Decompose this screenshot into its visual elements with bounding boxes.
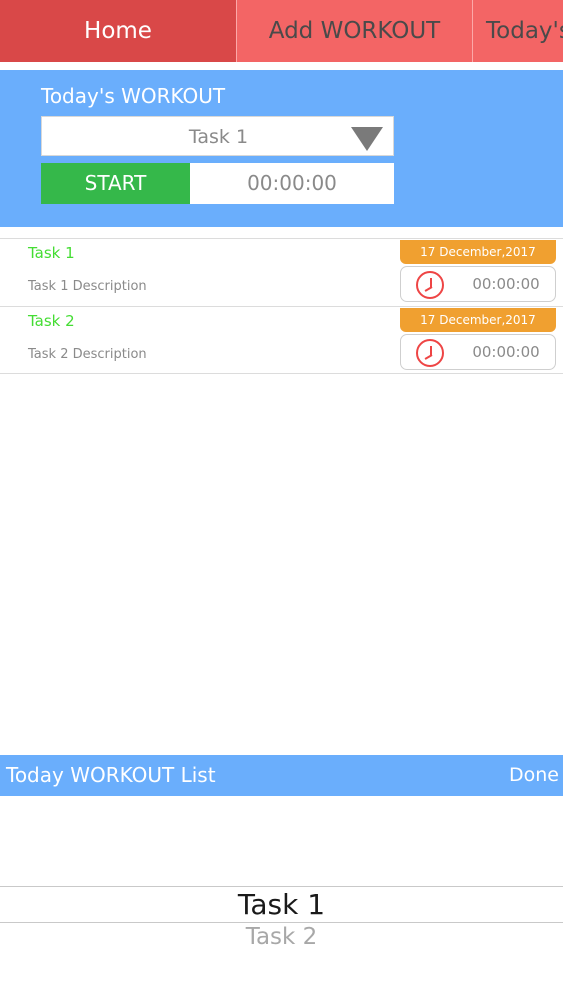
workout-timer: 00:00:00: [190, 163, 394, 204]
picker-toolbar: Today WORKOUT List Done: [0, 755, 563, 796]
task-timer-value: 00:00:00: [472, 343, 540, 361]
task-name: Task 1: [28, 244, 75, 262]
task-timer-value: 00:00:00: [472, 275, 540, 293]
done-button[interactable]: Done: [509, 755, 559, 796]
task-description: Task 2 Description: [28, 347, 147, 362]
picker-title: Today WORKOUT List: [6, 763, 216, 787]
task-row[interactable]: Task 1 Task 1 Description 17 December,20…: [0, 238, 563, 306]
app-screen: Home Add WORKOUT Today's Today's WORKOUT…: [0, 0, 563, 1000]
task-list: Task 1 Task 1 Description 17 December,20…: [0, 238, 563, 374]
task-name: Task 2: [28, 312, 75, 330]
task-select-dropdown[interactable]: Task 1: [41, 116, 394, 156]
panel-title: Today's WORKOUT: [41, 84, 226, 108]
task-picker-wheel[interactable]: Task 1 Task 2: [0, 796, 563, 1000]
picker-selection-line: [0, 886, 563, 887]
tab-add-workout[interactable]: Add WORKOUT: [237, 0, 472, 62]
task-date-badge: 17 December,2017: [400, 308, 556, 332]
triangle-down-icon: [351, 127, 383, 151]
clock-icon: [416, 339, 444, 367]
task-row[interactable]: Task 2 Task 2 Description 17 December,20…: [0, 306, 563, 374]
picker-option[interactable]: Task 1: [0, 888, 563, 921]
task-date-badge: 17 December,2017: [400, 240, 556, 264]
picker-selection-line: [0, 922, 563, 923]
start-button[interactable]: START: [41, 163, 190, 204]
task-timer-box: 00:00:00: [400, 266, 556, 302]
task-description: Task 1 Description: [28, 279, 147, 294]
clock-icon: [416, 271, 444, 299]
task-timer-box: 00:00:00: [400, 334, 556, 370]
dropdown-selected-value: Task 1: [188, 126, 249, 148]
tab-divider: [472, 0, 473, 62]
tab-todays-workout[interactable]: Today's: [486, 0, 563, 62]
clock-hand: [424, 354, 433, 360]
tab-home[interactable]: Home: [0, 0, 236, 62]
picker-option[interactable]: Task 2: [0, 924, 563, 950]
todays-workout-panel: Today's WORKOUT Task 1 START 00:00:00: [0, 70, 563, 227]
top-tab-bar: Home Add WORKOUT Today's: [0, 0, 563, 62]
clock-hand: [424, 286, 433, 292]
